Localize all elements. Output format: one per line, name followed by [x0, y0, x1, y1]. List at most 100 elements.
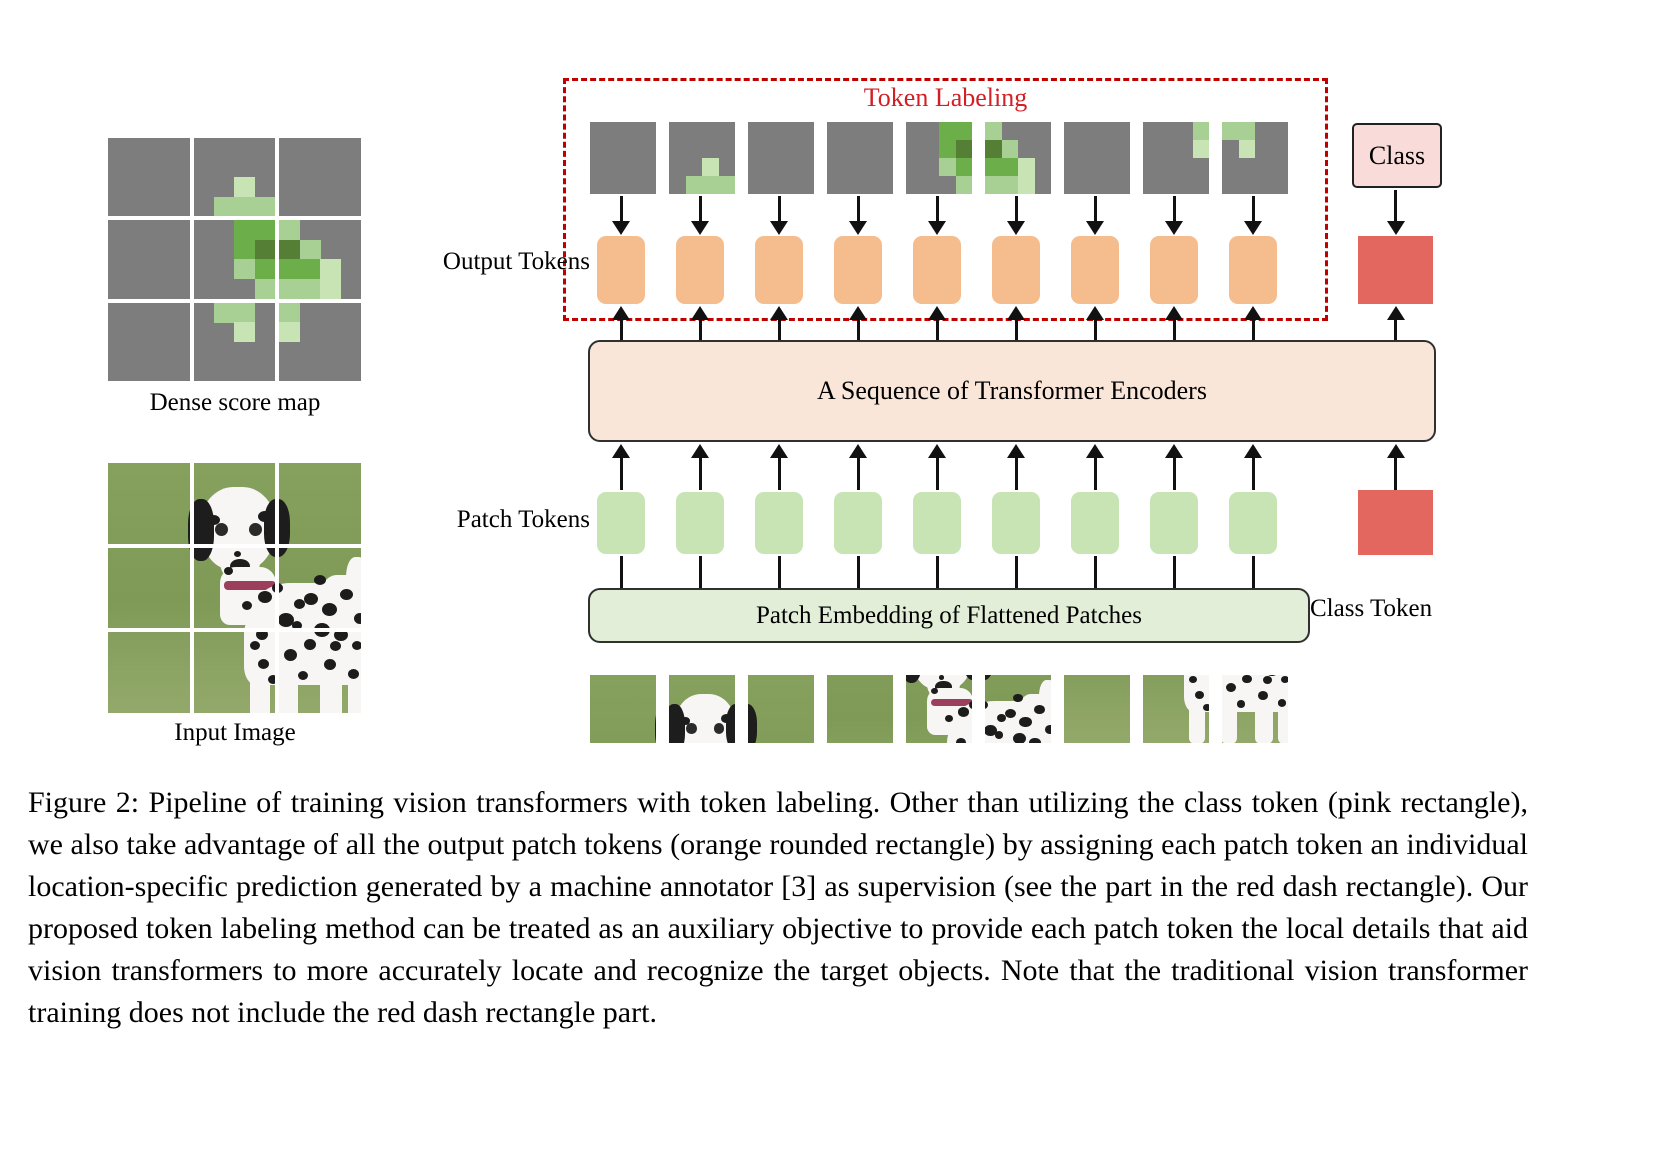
dog-part: [891, 675, 893, 683]
dog-part: [686, 723, 697, 734]
dog-spot: [1241, 675, 1252, 684]
encoder-to-output-arrow-8-head: [1244, 306, 1262, 320]
embedding-to-patch-line-5: [1014, 556, 1018, 588]
token-label-arrow-4-line: [935, 196, 939, 222]
patch-to-encoder-arrow-0-head: [612, 444, 630, 458]
dog-spot: [995, 731, 1004, 739]
dog-scene: [906, 675, 972, 743]
token-label-arrow-0-head: [612, 221, 630, 235]
patch-to-encoder-arrow-1-line: [698, 456, 702, 490]
embedding-to-patch-line-7: [1172, 556, 1176, 588]
dog-spot: [1203, 703, 1209, 711]
patch-to-encoder-arrow-1-head: [691, 444, 709, 458]
image-patch: [590, 675, 656, 743]
dog-scene: [669, 675, 735, 743]
patch-to-encoder-arrow-6-line: [1093, 456, 1097, 490]
encoder-to-output-arrow-6-line: [1093, 318, 1097, 340]
dog-spot: [1013, 694, 1023, 703]
patch-to-encoder-arrow-3-head: [849, 444, 867, 458]
image-patch: [827, 675, 893, 743]
encoder-to-output-arrow-0-line: [619, 318, 623, 340]
dog-spot: [1237, 700, 1246, 708]
token-label-arrow-1-head: [691, 221, 709, 235]
dog-spot: [1188, 676, 1197, 684]
patch-to-encoder-arrow-3-line: [856, 456, 860, 490]
dog-spot: [1262, 676, 1272, 685]
dog-scene: [827, 675, 893, 743]
image-patch: [1143, 675, 1209, 743]
arrow-connectors: [0, 0, 1654, 780]
patch-to-encoder-arrow-4-line: [935, 456, 939, 490]
encoder-to-output-arrow-7-head: [1165, 306, 1183, 320]
patch-to-encoder-arrow-7-head: [1165, 444, 1183, 458]
token-label-arrow-2-line: [777, 196, 781, 222]
token-label-arrow-8-line: [1251, 196, 1255, 222]
image-patch: [906, 675, 972, 743]
figure-caption: Figure 2: Pipeline of training vision tr…: [28, 786, 1528, 1029]
encoder-to-output-arrow-4-line: [935, 318, 939, 340]
dog-part: [713, 723, 725, 734]
embedding-to-patch-line-3: [856, 556, 860, 588]
image-patch: [748, 675, 814, 743]
class-token-to-encoder-arrow-line: [1394, 456, 1397, 490]
image-patch: [985, 675, 1051, 743]
token-label-arrow-4-head: [928, 221, 946, 235]
dog-scene: [1064, 675, 1130, 743]
encoder-to-output-arrow-2-line: [777, 318, 781, 340]
dog-part: [654, 704, 656, 743]
encoder-to-output-arrow-8-line: [1251, 318, 1255, 340]
embedding-to-patch-line-1: [698, 556, 702, 588]
encoder-to-output-arrow-0-head: [612, 306, 630, 320]
encoder-to-output-arrow-2-head: [770, 306, 788, 320]
dog-spot: [1029, 737, 1041, 743]
token-label-arrow-7-head: [1165, 221, 1183, 235]
dog-scene: [1222, 675, 1288, 743]
image-patch: [1222, 675, 1288, 743]
embedding-to-patch-line-6: [1093, 556, 1097, 588]
dog-scene: [748, 675, 814, 743]
input-image-patch-strip: [590, 675, 1288, 743]
encoder-to-output-arrow-3-line: [856, 318, 860, 340]
dog-spot: [1280, 676, 1288, 684]
encoder-to-class-arrow-line: [1394, 318, 1397, 340]
encoder-to-output-arrow-7-line: [1172, 318, 1176, 340]
token-label-arrow-5-line: [1014, 196, 1018, 222]
token-label-arrow-7-line: [1172, 196, 1176, 222]
dog-part: [725, 704, 735, 743]
embedding-to-patch-line-4: [935, 556, 939, 588]
dog-spot: [958, 707, 970, 717]
patch-to-encoder-arrow-0-line: [619, 456, 623, 490]
dog-spot: [930, 687, 938, 695]
token-label-arrow-1-line: [698, 196, 702, 222]
patch-to-encoder-arrow-6-head: [1086, 444, 1104, 458]
patch-to-encoder-arrow-5-head: [1007, 444, 1025, 458]
image-patch: [669, 675, 735, 743]
token-label-arrow-5-head: [1007, 221, 1025, 235]
token-label-arrow-8-head: [1244, 221, 1262, 235]
patch-to-encoder-arrow-4-head: [928, 444, 946, 458]
token-label-arrow-0-line: [619, 196, 623, 222]
encoder-to-output-arrow-5-line: [1014, 318, 1018, 340]
encoder-to-output-arrow-6-head: [1086, 306, 1104, 320]
patch-to-encoder-arrow-7-line: [1172, 456, 1176, 490]
dog-spot: [1277, 698, 1287, 707]
dog-scene: [590, 675, 656, 743]
dog-spot: [1258, 690, 1268, 700]
encoder-to-output-arrow-5-head: [1007, 306, 1025, 320]
token-label-arrow-6-line: [1093, 196, 1097, 222]
class-box-arrow-line: [1394, 190, 1397, 222]
patch-to-encoder-arrow-2-line: [777, 456, 781, 490]
patch-to-encoder-arrow-5-line: [1014, 456, 1018, 490]
encoder-to-output-arrow-4-head: [928, 306, 946, 320]
dog-spot: [956, 737, 967, 743]
dog-spot: [1019, 716, 1032, 728]
patch-to-encoder-arrow-8-line: [1251, 456, 1255, 490]
token-label-arrow-3-head: [849, 221, 867, 235]
dog-scene: [985, 675, 1051, 743]
patch-to-encoder-arrow-2-head: [770, 444, 788, 458]
dog-spot: [938, 675, 945, 680]
dog-spot: [1034, 705, 1045, 715]
encoder-to-class-arrow-head: [1386, 306, 1405, 320]
token-label-arrow-3-line: [856, 196, 860, 222]
encoder-to-output-arrow-3-head: [849, 306, 867, 320]
